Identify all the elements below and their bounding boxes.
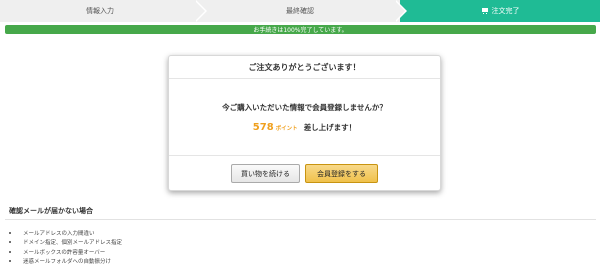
modal-body: 今ご購入いただいた情報で会員登録しませんか？ 578 ポイント 差し上げます！ [169,79,440,156]
step-divider-arrow [194,0,205,22]
step-info-input: 情報入力 [0,0,200,22]
points-suffix: 差し上げます！ [303,122,357,132]
register-question: 今ご購入いただいた情報で会員登録しませんか？ [222,102,387,112]
help-title: 確認メールが届かない場合 [9,207,93,215]
help-item-text: メールボックスの許容量オーバー [23,249,106,256]
order-complete-modal: ご注文ありがとうございます！ 今ご購入いただいた情報で会員登録しませんか？ 57… [168,55,441,191]
step-divider-arrow [394,0,405,22]
list-item: メールアドレスの入力間違い [9,228,122,238]
step-order-complete-label: 注文完了 [491,7,520,15]
progress-bar: お手続きは100%完了しています。 [5,25,596,34]
list-item: メールボックスの許容量オーバー [9,247,122,257]
points-unit: ポイント [275,125,298,132]
step-final-confirm: 最終確認 [200,0,400,22]
help-divider [5,219,596,220]
step-order-complete: 注文完了 [400,0,600,22]
modal-title: ご注文ありがとうございます！ [169,56,440,79]
points-value: 578 [252,121,274,133]
points-offer: 578 ポイント 差し上げます！ [253,122,356,133]
cart-icon [481,8,489,14]
progress-text: お手続きは100%完了しています。 [253,27,348,34]
list-item: ドメイン指定、個別メールアドレス指定 [9,238,122,248]
modal-actions: 買い物を続ける 会員登録をする [169,156,440,191]
bullet-icon [9,260,11,263]
bullet-icon [9,241,11,244]
help-item-text: ドメイン指定、個別メールアドレス指定 [23,240,123,247]
help-item-text: メールアドレスの入力間違い [23,230,95,237]
continue-shopping-button[interactable]: 買い物を続ける [231,164,300,183]
list-item: 迷惑メールフォルダへの自動振分け [9,257,122,267]
checkout-steps: 情報入力 最終確認 注文完了 [0,0,600,22]
help-item-text: 迷惑メールフォルダへの自動振分け [23,259,112,266]
register-member-button[interactable]: 会員登録をする [305,164,378,183]
step-info-input-label: 情報入力 [86,7,114,15]
bullet-icon [9,250,11,253]
progress-fill: お手続きは100%完了しています。 [5,25,596,34]
help-list: メールアドレスの入力間違い ドメイン指定、個別メールアドレス指定 メールボックス… [9,228,122,266]
bullet-icon [9,231,11,234]
step-final-confirm-label: 最終確認 [286,7,314,15]
